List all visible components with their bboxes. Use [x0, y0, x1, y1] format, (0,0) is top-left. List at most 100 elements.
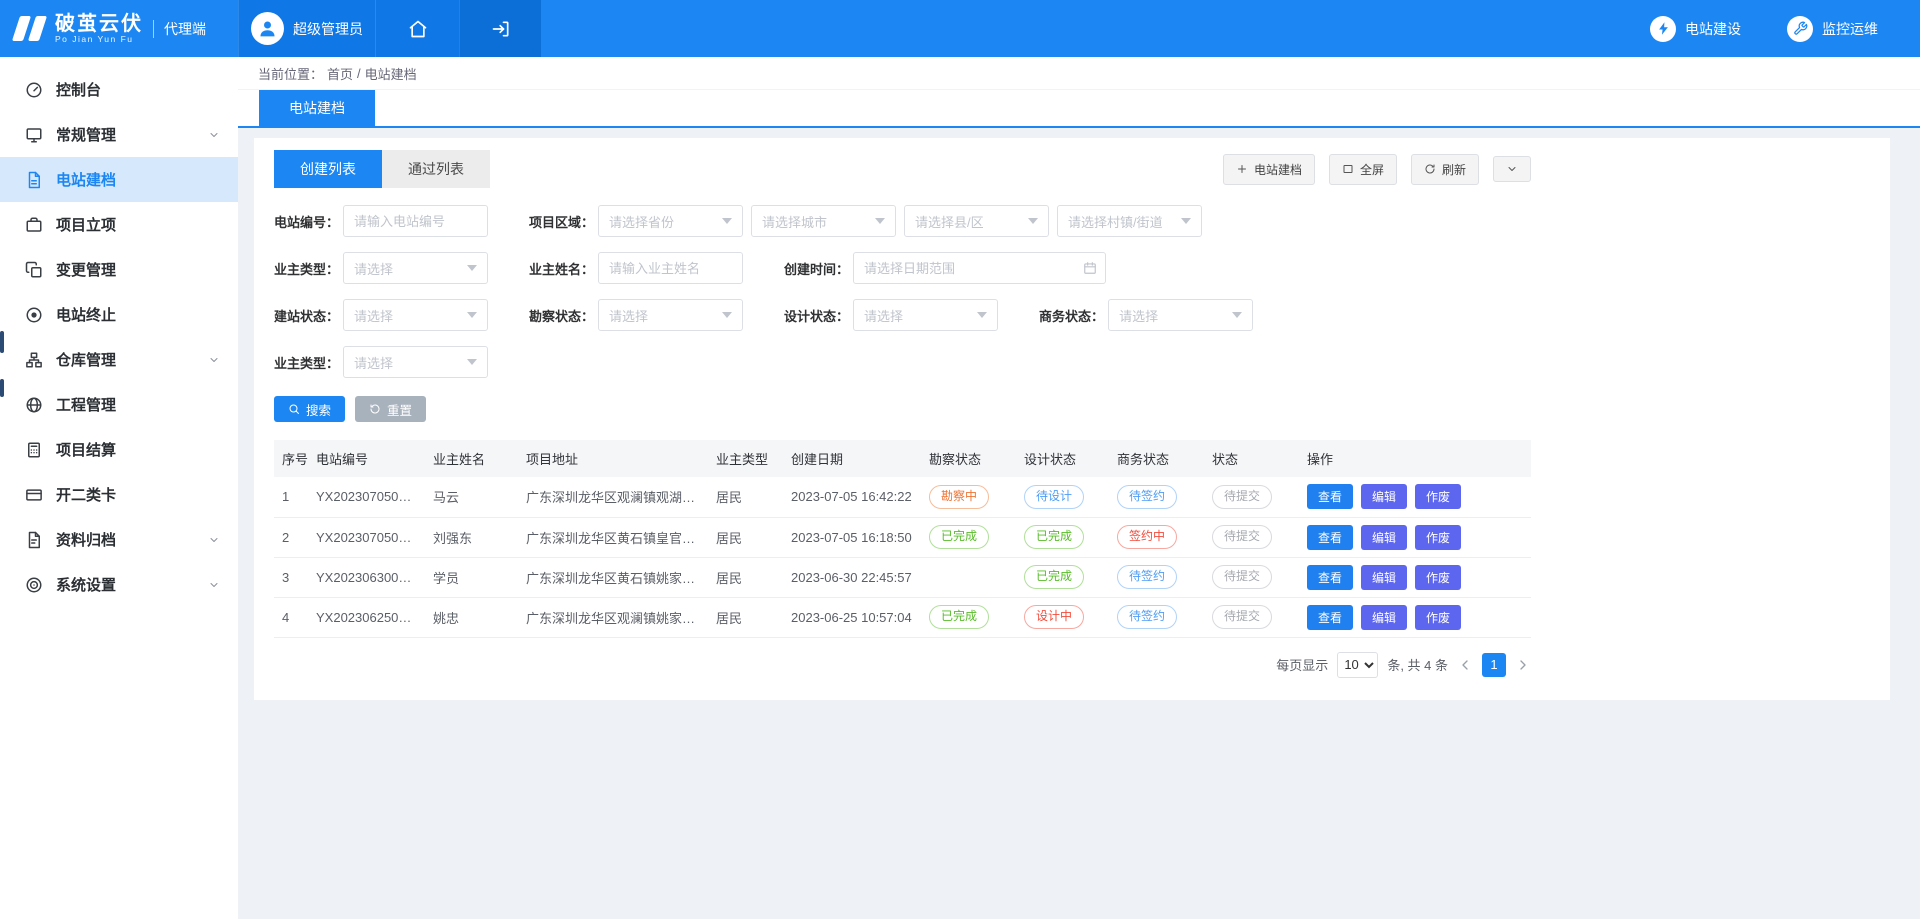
survey-status-cell: 已完成	[921, 597, 1016, 637]
total-text: 条, 共 4 条	[1387, 655, 1448, 674]
reset-icon	[369, 403, 381, 415]
collapse-button[interactable]	[1493, 156, 1531, 182]
fullscreen-button[interactable]: 全屏	[1329, 154, 1397, 185]
region-city-select[interactable]: 请选择城市	[751, 205, 896, 237]
chevron-down-icon	[722, 218, 732, 224]
region-town-select[interactable]: 请选择村镇/街道	[1057, 205, 1202, 237]
stop-icon	[25, 306, 43, 324]
panel-header: 创建列表通过列表 电站建档 全屏刷新	[274, 150, 1531, 188]
user-menu[interactable]: 超级管理员	[238, 0, 375, 57]
view-button[interactable]: 查看	[1307, 525, 1353, 550]
breadcrumb-home[interactable]: 首页	[327, 64, 353, 83]
content-card: 创建列表通过列表 电站建档全屏刷新 电站编号： 项目区域：	[254, 138, 1890, 700]
select-placeholder: 请选择	[864, 306, 903, 325]
station-code-input[interactable]	[343, 205, 488, 237]
station-code: YX2023062500004	[308, 597, 425, 637]
prev-page-button[interactable]	[1457, 657, 1473, 673]
table-header-row: 序号电站编号业主姓名项目地址业主类型创建日期勘察状态设计状态商务状态状态操作	[274, 440, 1531, 477]
design-status-cell: 已完成	[1016, 557, 1109, 597]
reset-label: 重置	[387, 400, 412, 419]
sidebar-item-label: 开二类卡	[56, 484, 116, 505]
sidebar-item-project-init[interactable]: 项目立项	[0, 202, 238, 247]
sidebar-item-engineering[interactable]: 工程管理	[0, 382, 238, 427]
sidebar-item-settlement[interactable]: 项目结算	[0, 427, 238, 472]
created-date: 2023-06-25 10:57:04	[783, 597, 921, 637]
chevron-down-icon	[467, 359, 477, 365]
archive-icon	[25, 531, 43, 549]
sidebar-item-station-stop[interactable]: 电站终止	[0, 292, 238, 337]
filter-owner-name: 业主姓名：	[529, 252, 743, 284]
sidebar-item-general-mgmt[interactable]: 常规管理	[0, 112, 238, 157]
topbar-link-station-build[interactable]: 电站建设	[1650, 16, 1741, 42]
survey-status-select[interactable]: 请选择	[598, 299, 743, 331]
void-button[interactable]: 作废	[1415, 565, 1461, 590]
filter-owner-type: 业主类型： 请选择	[274, 252, 488, 284]
sidebar-item-warehouse[interactable]: 仓库管理	[0, 337, 238, 382]
per-page-prefix: 每页显示	[1276, 655, 1328, 674]
project-address: 广东深圳龙华区观澜镇观湖路...	[518, 477, 708, 517]
view-button[interactable]: 查看	[1307, 484, 1353, 509]
owner-type2-select[interactable]: 请选择	[343, 346, 488, 378]
sitemap-icon	[25, 351, 43, 369]
page-number[interactable]: 1	[1482, 653, 1506, 677]
logout-button[interactable]	[459, 0, 541, 57]
sidebar-item-label: 电站终止	[56, 304, 116, 325]
page-tab-station-file[interactable]: 电站建档	[259, 90, 375, 126]
tab-pass-list[interactable]: 通过列表	[382, 150, 490, 188]
region-county-select[interactable]: 请选择县/区	[904, 205, 1049, 237]
sidebar-item-change-mgmt[interactable]: 变更管理	[0, 247, 238, 292]
business-status-select[interactable]: 请选择	[1108, 299, 1253, 331]
view-button[interactable]: 查看	[1307, 605, 1353, 630]
status-badge: 已完成	[1024, 565, 1084, 589]
topbar-link-monitor-ops[interactable]: 监控运维	[1787, 16, 1878, 42]
station-code: YX2023070500011	[308, 477, 425, 517]
logout-icon	[491, 19, 511, 39]
sidebar-item-console[interactable]: 控制台	[0, 67, 238, 112]
region-province-select[interactable]: 请选择省份	[598, 205, 743, 237]
chevron-down-icon	[1506, 163, 1518, 175]
filter-actions: 搜索 重置	[274, 396, 1531, 422]
void-button[interactable]: 作废	[1415, 525, 1461, 550]
status-badge: 待提交	[1212, 525, 1272, 549]
refresh-button[interactable]: 刷新	[1411, 154, 1479, 185]
button-label: 电站建档	[1254, 161, 1302, 178]
create-time-input[interactable]	[853, 252, 1106, 284]
edit-button[interactable]: 编辑	[1361, 525, 1407, 550]
void-button[interactable]: 作废	[1415, 484, 1461, 509]
sidebar-item-settings[interactable]: 系统设置	[0, 562, 238, 607]
top-bar: 破茧云伏 Po Jian Yun Fu 代理端 超级管理员 电站建设监控运维	[0, 0, 1920, 57]
plus-icon	[1236, 163, 1248, 175]
filter-survey-status: 勘察状态： 请选择	[529, 299, 743, 331]
sidebar-item-archive[interactable]: 资料归档	[0, 517, 238, 562]
sidebar-item-class2-card[interactable]: 开二类卡	[0, 472, 238, 517]
chevron-down-icon	[467, 265, 477, 271]
next-page-button[interactable]	[1515, 657, 1531, 673]
design-status-select[interactable]: 请选择	[853, 299, 998, 331]
reset-button[interactable]: 重置	[355, 396, 426, 422]
per-page-select[interactable]: 10	[1337, 652, 1378, 678]
tab-create-list[interactable]: 创建列表	[274, 150, 382, 188]
row-no: 1	[274, 477, 308, 517]
void-button[interactable]: 作废	[1415, 605, 1461, 630]
add-station-button[interactable]: 电站建档	[1223, 154, 1315, 185]
owner-name-input[interactable]	[598, 252, 743, 284]
sidebar-menu: 控制台常规管理电站建档项目立项变更管理电站终止仓库管理工程管理项目结算开二类卡资…	[0, 67, 238, 607]
status-badge: 待提交	[1212, 605, 1272, 629]
sidebar-item-station-file[interactable]: 电站建档	[0, 157, 238, 202]
view-button[interactable]: 查看	[1307, 565, 1353, 590]
edit-button[interactable]: 编辑	[1361, 484, 1407, 509]
row-actions: 查看编辑作废	[1299, 557, 1531, 597]
owner-type-select[interactable]: 请选择	[343, 252, 488, 284]
edit-button[interactable]: 编辑	[1361, 565, 1407, 590]
select-placeholder: 请选择	[354, 259, 393, 278]
owner-type-label: 业主类型：	[274, 259, 339, 278]
bolt-icon	[1656, 21, 1671, 36]
sidebar-item-label: 仓库管理	[56, 349, 116, 370]
search-button[interactable]: 搜索	[274, 396, 345, 422]
design-status-cell: 已完成	[1016, 517, 1109, 557]
home-button[interactable]	[375, 0, 459, 57]
project-address: 广东深圳龙华区观澜镇姚家庄...	[518, 597, 708, 637]
build-status-select[interactable]: 请选择	[343, 299, 488, 331]
owner-name: 姚忠	[425, 597, 518, 637]
edit-button[interactable]: 编辑	[1361, 605, 1407, 630]
